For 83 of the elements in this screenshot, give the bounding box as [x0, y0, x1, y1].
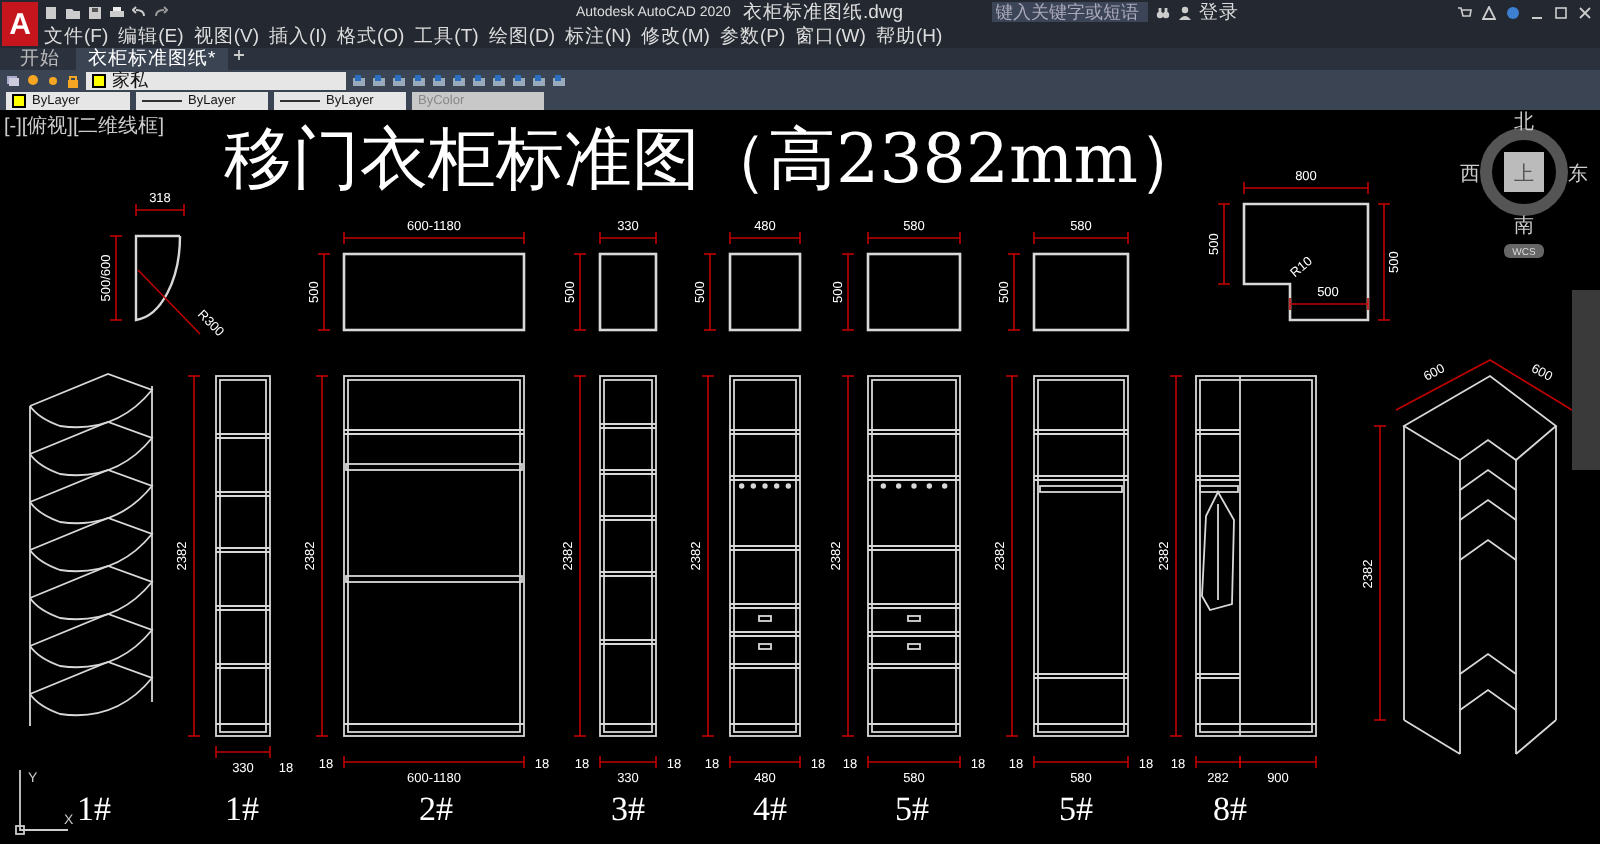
cabinet-label: 5#	[1059, 790, 1093, 828]
menu-item[interactable]: 视图(V)	[193, 23, 259, 49]
line-sample-icon	[280, 99, 320, 101]
cabinet-plan-drawing	[866, 252, 962, 332]
search-field[interactable]: 键入关键字或短语	[991, 2, 1148, 22]
dimension-line	[317, 253, 331, 331]
compass-label: 南	[1514, 216, 1534, 238]
document-tab[interactable]: 衣柜标准图纸*	[76, 48, 228, 70]
dimension-line	[729, 755, 801, 769]
compass-label: 西	[1460, 164, 1480, 186]
cabinet-label: 8#	[1213, 790, 1247, 828]
dimension-line	[867, 231, 961, 245]
dimension-line	[1377, 203, 1391, 321]
ucs-axes-icon	[15, 769, 69, 835]
viewcube-face[interactable]	[1504, 152, 1544, 192]
viewport-label[interactable]: [-][俯视][二维线框]	[4, 116, 164, 138]
menu-item[interactable]: 标注(N)	[565, 23, 632, 49]
close-icon[interactable]	[1578, 5, 1592, 19]
dimension-line	[109, 235, 123, 321]
menu-item[interactable]: 编辑(E)	[118, 23, 184, 49]
dimension-line	[729, 231, 801, 245]
cabinet-plan-drawing	[1242, 202, 1370, 322]
layers-icon[interactable]	[6, 73, 20, 87]
triangle-icon[interactable]	[1482, 5, 1496, 19]
cabinet-label: 1#	[77, 790, 111, 828]
menu-item[interactable]: 工具(T)	[414, 23, 479, 49]
menu-item[interactable]: 格式(O)	[336, 23, 405, 49]
cabinet-label: 4#	[753, 790, 787, 828]
dimension-line	[1217, 203, 1231, 285]
printer-icon[interactable]	[110, 5, 124, 19]
cabinet-plan-drawing	[598, 252, 658, 332]
ucs-menu-background[interactable]	[1504, 244, 1544, 258]
menu-item[interactable]: 参数(P)	[719, 23, 786, 49]
cabinet-label: 5#	[895, 790, 929, 828]
dimension-line	[1033, 231, 1129, 245]
compass-label: 东	[1568, 164, 1588, 186]
leader-line	[137, 269, 201, 335]
document-icon[interactable]	[44, 5, 58, 19]
dimension-line	[841, 253, 855, 331]
app-logo[interactable]: A	[2, 2, 38, 46]
undo-icon[interactable]	[132, 5, 146, 19]
viewcube-face-label: 上	[1514, 164, 1534, 186]
dimension-line	[867, 755, 961, 769]
lock-icon[interactable]	[66, 73, 80, 87]
menu-item[interactable]: 修改(M)	[641, 23, 710, 49]
dimension-line	[1007, 253, 1021, 331]
file-name: 衣柜标准图纸.dwg	[742, 0, 904, 25]
document-tab[interactable]: 开始	[8, 48, 72, 70]
menu-item[interactable]: 窗口(W)	[795, 23, 866, 49]
compass-label: 北	[1514, 112, 1534, 134]
dimension-line	[599, 755, 657, 769]
line-sample-icon	[142, 99, 182, 101]
cabinet-plan-drawing	[1032, 252, 1130, 332]
dimension-line	[703, 253, 717, 331]
layer-dropdown[interactable]: 家私	[86, 71, 346, 89]
cabinet-label: 1#	[225, 790, 259, 828]
maximize-icon[interactable]	[1554, 5, 1568, 19]
dimension-line	[1289, 297, 1369, 311]
user-icon[interactable]	[1177, 5, 1192, 19]
menu-item[interactable]: 帮助(H)	[875, 23, 943, 49]
menu-item[interactable]: 插入(I)	[268, 23, 327, 49]
sign-in-link[interactable]: 登录	[1199, 0, 1240, 25]
dimension-line	[135, 203, 185, 217]
menu-item[interactable]: 绘图(D)	[488, 23, 556, 49]
cart-icon[interactable]	[1458, 5, 1472, 19]
cabinet-label: 3#	[611, 790, 645, 828]
viewcube-ring[interactable]	[1480, 128, 1568, 216]
sun-icon[interactable]	[46, 73, 60, 87]
color-swatch-icon	[12, 93, 26, 107]
menu-item[interactable]: 文件(F)	[44, 23, 109, 49]
redo-icon[interactable]	[154, 5, 168, 19]
cabinet-plan-drawing	[728, 252, 802, 332]
binoculars-icon[interactable]	[1155, 5, 1170, 19]
cabinet-plan-drawing	[134, 234, 182, 322]
folder-icon[interactable]	[66, 5, 80, 19]
plus-icon[interactable]	[231, 48, 246, 62]
dimension-line	[573, 253, 587, 331]
dimension-line	[599, 231, 657, 245]
drawing-title: 移门衣柜标准图（高2382mm）	[224, 120, 1207, 200]
dimension-line	[215, 745, 271, 759]
dimension-line	[1033, 755, 1129, 769]
cabinet-label: 2#	[419, 790, 453, 828]
dimension-line	[1243, 181, 1369, 195]
